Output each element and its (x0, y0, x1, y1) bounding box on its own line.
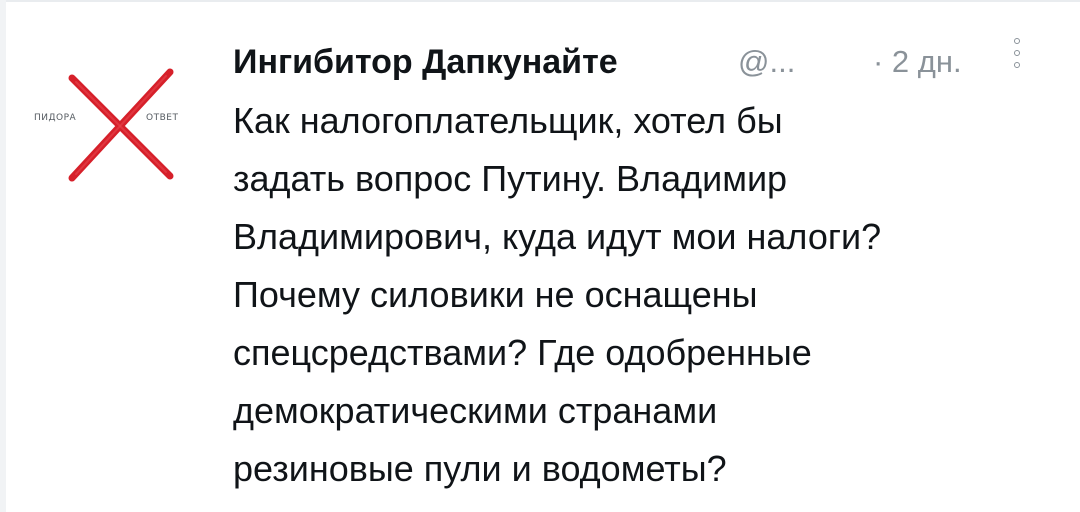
post-text-line: демократическими странами (233, 390, 718, 431)
post-text-line: резиновые пули и водометы? (233, 448, 727, 489)
author-handle[interactable]: @... (738, 40, 795, 84)
post-text-line: спецсредствами? Где одобренные (233, 332, 812, 373)
post-text-line: Владимирович, куда идут мои налоги? (233, 216, 882, 257)
divider (0, 0, 1080, 2)
vertical-dots-icon-dot (1014, 62, 1020, 68)
vertical-dots-icon-dot (1014, 50, 1020, 56)
tweet-reply: ПИДОРА ОТВЕТ Ингибитор Дапкунайте @... ·… (0, 0, 1080, 512)
post-timestamp[interactable]: · 2 дн. (873, 40, 962, 84)
red-cross-icon (68, 68, 174, 182)
post-text-line: задать вопрос Путину. Владимир (233, 158, 788, 199)
avatar-label-right: ОТВЕТ (146, 113, 179, 123)
author-name[interactable]: Ингибитор Дапкунайте (233, 40, 618, 84)
post-header: Ингибитор Дапкунайте @... · 2 дн. (233, 38, 1053, 88)
more-options-button[interactable] (1009, 38, 1027, 86)
post-text-line: Почему силовики не оснащены (233, 274, 758, 315)
post-text-line: Как налогоплательщик, хотел бы (233, 100, 783, 141)
post-text: Как налогоплательщик, хотел бы задать во… (233, 92, 1063, 498)
vertical-dots-icon (1014, 38, 1020, 44)
avatar-label-left: ПИДОРА (34, 113, 77, 123)
avatar[interactable]: ПИДОРА ОТВЕТ (30, 58, 210, 198)
divider (0, 0, 6, 512)
